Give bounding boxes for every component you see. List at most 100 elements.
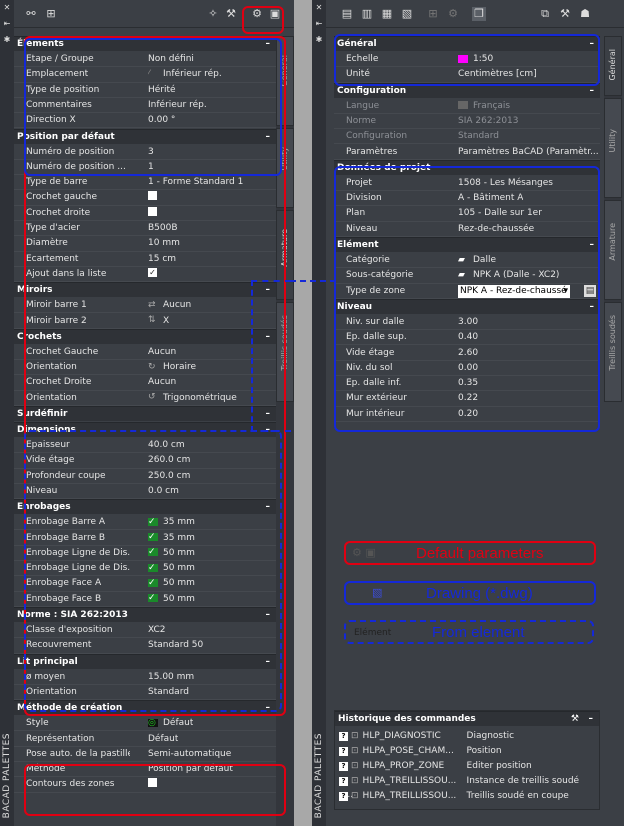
- command-icon: ⊡: [351, 746, 359, 756]
- property-row[interactable]: Paramètres Paramètres BaCAD (Paramètr...: [334, 145, 600, 160]
- property-value-text: Standard: [458, 131, 499, 142]
- property-value[interactable]: Semi-automatique: [148, 747, 231, 762]
- close-icon[interactable]: ✕: [315, 4, 323, 12]
- legend-from-element-text: From element: [432, 624, 525, 641]
- tab-general[interactable]: Général: [604, 36, 622, 96]
- right-palette-titlebar: ✕ ⇤ ✱ BACAD PALETTES: [312, 0, 326, 826]
- property-value[interactable]: Défaut: [148, 732, 178, 747]
- property-label: Configuration: [346, 131, 408, 142]
- grid-icon[interactable]: ⊞: [426, 7, 440, 21]
- style-icon: ◎: [148, 718, 158, 727]
- property-label: Paramètres: [346, 146, 398, 157]
- minimize-icon[interactable]: –: [589, 712, 594, 727]
- tab-utility[interactable]: Utility: [604, 98, 622, 198]
- clipboard-icon[interactable]: ⧉: [538, 7, 552, 21]
- property-row[interactable]: Langue Français: [334, 99, 600, 114]
- tab-treillis-soudes[interactable]: Treillis soudés: [604, 302, 622, 402]
- collapse-icon[interactable]: ⇤: [3, 20, 11, 28]
- legend-default-params-text: Default parameters: [416, 545, 544, 562]
- copy-icon[interactable]: ❐: [472, 7, 486, 21]
- flag-icon: [458, 101, 468, 110]
- wrench-icon[interactable]: ⚒: [224, 7, 238, 21]
- property-value[interactable]: SIA 262:2013: [458, 114, 519, 129]
- left-palette-titlebar: ✕ ⇤ ✱ BACAD PALETTES: [0, 0, 14, 826]
- collapse-icon[interactable]: ⇤: [315, 20, 323, 28]
- history-item[interactable]: ? ⊡ HLP_DIAGNOSTIC Diagnostic: [339, 729, 595, 743]
- command-desc: Diagnostic: [466, 731, 515, 741]
- property-label: Représentation: [26, 733, 95, 744]
- help-icon: ?: [339, 762, 348, 771]
- user-icon[interactable]: ☗: [578, 7, 592, 21]
- connector-line: [290, 280, 336, 282]
- right-toolbar: ▤ ▥ ▦ ▧ ⊞ ⚙ ❐ ⧉ ⚒ ☗: [326, 0, 624, 28]
- filter-icon[interactable]: ⊞: [44, 7, 58, 21]
- property-value[interactable]: Français: [458, 99, 510, 114]
- blue-dashed-surdefinir: [24, 430, 282, 712]
- command-name: HLPA_POSE_CHAM...: [362, 746, 454, 756]
- property-row[interactable]: Norme SIA 262:2013: [334, 114, 600, 130]
- command-name: HLPA_PROP_ZONE: [362, 761, 445, 771]
- history-item[interactable]: ? ⊡ HLPA_TREILLISSOU... Treillis soudé en c…: [339, 789, 595, 803]
- history-header: Historique des commandes ⚒ –: [335, 711, 599, 726]
- property-row[interactable]: Représentation Défaut: [14, 732, 276, 747]
- wrench-icon[interactable]: ⚒: [558, 7, 572, 21]
- drawing-icon: ▧: [372, 586, 383, 599]
- blue-outline-projet: [334, 166, 600, 432]
- new-icon[interactable]: ▤: [340, 7, 354, 21]
- default-settings-icon: ⚙ ▣: [352, 546, 376, 559]
- palette-title: BACAD PALETTES: [2, 732, 12, 818]
- property-row[interactable]: Configuration Standard: [334, 129, 600, 145]
- history-item[interactable]: ? ⊡ HLPA_POSE_CHAM... Position: [339, 744, 595, 758]
- help-icon: ?: [339, 777, 348, 786]
- connector-line: [251, 280, 291, 432]
- red-outline-toolbar-icons: [242, 6, 284, 34]
- property-value[interactable]: Standard: [458, 129, 499, 144]
- history-item[interactable]: ? ⊡ HLPA_PROP_ZONE Editer position: [339, 759, 595, 773]
- section-title: Configuration: [337, 85, 407, 96]
- property-label: Langue: [346, 100, 380, 111]
- property-value-text: Défaut: [148, 733, 179, 744]
- command-icon: ⊡: [351, 776, 359, 786]
- property-value-text: SIA 262:2013: [458, 115, 519, 126]
- settings-icon[interactable]: ✱: [3, 36, 11, 44]
- property-label: Norme: [346, 115, 377, 126]
- property-value-text: Défaut: [163, 718, 194, 729]
- binoculars-icon[interactable]: ⚯: [24, 7, 38, 21]
- legend-from-element-label: Elément: [354, 628, 392, 638]
- command-icon: ⊡: [351, 731, 359, 741]
- help-icon: ?: [339, 747, 348, 756]
- blue-outline-elements: [24, 38, 282, 176]
- legend-from-element: Elément From element: [344, 620, 594, 644]
- drawing-icon[interactable]: ▧: [400, 7, 414, 21]
- export-icon[interactable]: ▦: [380, 7, 394, 21]
- tab-armature[interactable]: Armature: [604, 200, 622, 300]
- blue-outline-general: [334, 34, 600, 86]
- legend-default-params: ⚙ ▣ Default parameters: [344, 541, 596, 565]
- property-value-text: Semi-automatique: [148, 748, 232, 759]
- command-icon: ⊡: [351, 761, 359, 771]
- property-value[interactable]: ◎ Défaut: [148, 716, 193, 731]
- command-history: Historique des commandes ⚒ – ? ⊡ HLP_DIAGN…: [334, 710, 600, 810]
- property-value-text: Français: [473, 100, 511, 111]
- help-icon: ?: [339, 732, 348, 741]
- command-name: HLPA_TREILLISSOU...: [362, 791, 457, 801]
- import-icon[interactable]: ▥: [360, 7, 374, 21]
- palette-title: BACAD PALETTES: [314, 732, 324, 818]
- close-icon[interactable]: ✕: [3, 4, 11, 12]
- command-desc: Treillis soudé en coupe: [466, 791, 569, 801]
- legend-drawing: ▧ Drawing (*.dwg): [344, 581, 596, 605]
- property-row[interactable]: Style ◎ Défaut: [14, 716, 276, 732]
- help-icon: ?: [339, 792, 348, 801]
- settings-icon[interactable]: ✱: [315, 36, 323, 44]
- command-icon: ⊡: [351, 791, 359, 801]
- history-item[interactable]: ? ⊡ HLPA_TREILLISSOU... Instance de treilli…: [339, 774, 595, 800]
- property-value-text: Paramètres BaCAD (Paramètr...: [458, 146, 599, 157]
- property-value[interactable]: Paramètres BaCAD (Paramètr...: [458, 145, 599, 160]
- legend-drawing-text: Drawing (*.dwg): [426, 585, 533, 602]
- red-outline-methode: [24, 764, 286, 816]
- magic-wand-icon[interactable]: ✧: [206, 7, 220, 21]
- gear-icon[interactable]: ⚙: [446, 7, 460, 21]
- property-row[interactable]: Pose auto. de la pastille Semi-automatiqu…: [14, 747, 276, 763]
- right-side-tabs: Général Utility Armature Treillis soudés: [604, 36, 622, 402]
- wrench-icon[interactable]: ⚒: [571, 712, 579, 727]
